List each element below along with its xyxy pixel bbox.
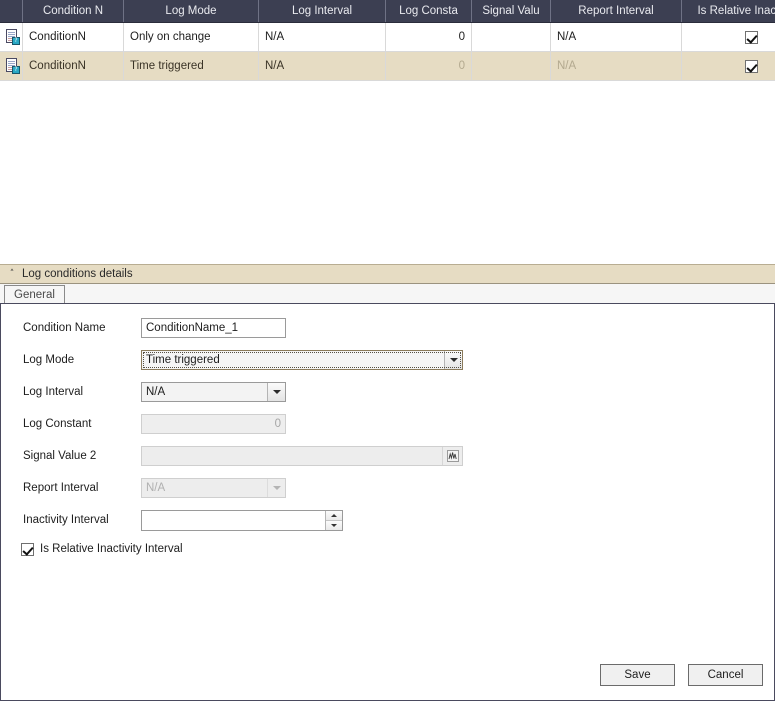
stepper-buttons[interactable] [325, 510, 342, 530]
table-row[interactable]: ? ConditionN Only on change N/A 0 N/A [0, 22, 775, 52]
cell-log-constant: 0 [385, 51, 472, 81]
cell-is-relative-inactivity[interactable] [681, 22, 775, 52]
field-row-condition-name: Condition Name ConditionName_1 [1, 312, 774, 344]
save-button[interactable]: Save [600, 664, 675, 686]
chevron-down-icon [267, 479, 285, 497]
cell-condition-name: ConditionN [22, 51, 124, 81]
log-interval-value: N/A [146, 386, 166, 398]
cell-condition-name: ConditionN [22, 22, 124, 52]
log-mode-value: Time triggered [146, 354, 220, 366]
label-log-mode: Log Mode [23, 354, 75, 366]
cancel-button[interactable]: Cancel [688, 664, 763, 686]
label-report-interval: Report Interval [23, 482, 99, 494]
row-selector-cell[interactable]: ? [0, 22, 23, 52]
details-tab-panel: Condition Name ConditionName_1 Log Mode … [0, 303, 775, 701]
column-header-icon[interactable] [0, 0, 23, 23]
label-log-constant: Log Constant [23, 418, 92, 430]
checkbox-checked-icon[interactable] [745, 30, 758, 44]
tab-general[interactable]: General [4, 285, 65, 304]
cell-is-relative-inactivity[interactable] [681, 51, 775, 81]
chevron-up-icon[interactable]: ˄ [6, 269, 18, 279]
cell-signal-value [471, 22, 551, 52]
cell-log-interval: N/A [258, 51, 386, 81]
label-is-relative-inactivity-interval: Is Relative Inactivity Interval [40, 543, 183, 555]
cell-log-mode: Time triggered [123, 51, 259, 81]
column-header-signal-value[interactable]: Signal Valu [471, 0, 551, 23]
cell-signal-value [471, 51, 551, 81]
row-selector-cell[interactable]: ? [0, 51, 23, 81]
details-panel-title: Log conditions details [22, 268, 133, 280]
log-interval-dropdown[interactable]: N/A [141, 382, 286, 402]
table-header: Condition N Log Mode Log Interval Log Co… [0, 0, 775, 23]
stepper-down-icon[interactable] [326, 520, 342, 530]
log-conditions-table: Condition N Log Mode Log Interval Log Co… [0, 0, 775, 81]
checkbox-checked-icon[interactable] [745, 59, 758, 73]
chevron-down-icon[interactable] [267, 383, 285, 401]
inactivity-interval-value [142, 511, 325, 530]
cell-log-mode: Only on change [123, 22, 259, 52]
field-row-is-relative-inactivity-interval[interactable]: Is Relative Inactivity Interval [1, 536, 774, 562]
signal-value-2-value [142, 447, 442, 465]
field-row-log-mode: Log Mode Time triggered [1, 344, 774, 376]
details-tabstrip: General [0, 284, 775, 304]
table-header-row: Condition N Log Mode Log Interval Log Co… [0, 0, 775, 23]
label-condition-name: Condition Name [23, 322, 106, 334]
field-row-log-constant: Log Constant 0 [1, 408, 774, 440]
cell-report-interval: N/A [550, 51, 682, 81]
document-question-icon: ? [6, 58, 20, 74]
column-header-log-constant[interactable]: Log Consta [385, 0, 472, 23]
report-interval-dropdown: N/A [141, 478, 286, 498]
label-signal-value-2: Signal Value 2 [23, 450, 97, 462]
column-header-log-mode[interactable]: Log Mode [123, 0, 259, 23]
field-row-report-interval: Report Interval N/A [1, 472, 774, 504]
is-relative-inactivity-checkbox[interactable] [21, 542, 34, 556]
field-row-inactivity-interval: Inactivity Interval [1, 504, 774, 536]
cell-log-interval: N/A [258, 22, 386, 52]
label-inactivity-interval: Inactivity Interval [23, 514, 109, 526]
field-row-signal-value-2: Signal Value 2 [1, 440, 774, 472]
chevron-down-icon[interactable] [444, 351, 462, 369]
log-conditions-details-panel: ˄ Log conditions details General Conditi… [0, 264, 775, 724]
column-header-log-interval[interactable]: Log Interval [258, 0, 386, 23]
table-row[interactable]: ? ConditionN Time triggered N/A 0 N/A [0, 51, 775, 81]
inactivity-interval-stepper[interactable] [141, 509, 343, 531]
details-panel-header[interactable]: ˄ Log conditions details [0, 264, 775, 284]
cell-report-interval: N/A [550, 22, 682, 52]
log-mode-dropdown[interactable]: Time triggered [141, 350, 463, 370]
label-log-interval: Log Interval [23, 386, 84, 398]
column-header-condition-name[interactable]: Condition N [22, 0, 124, 23]
field-row-log-interval: Log Interval N/A [1, 376, 774, 408]
cell-log-constant: 0 [385, 22, 472, 52]
log-constant-input: 0 [141, 414, 286, 434]
report-interval-value: N/A [146, 482, 166, 494]
column-header-is-relative-inactivity[interactable]: Is Relative Inactivity I [681, 0, 775, 23]
stepper-up-icon[interactable] [326, 510, 342, 521]
dialog-button-bar: Save Cancel [600, 664, 763, 686]
signal-waveform-icon[interactable] [442, 447, 462, 465]
log-conditions-grid[interactable]: Condition N Log Mode Log Interval Log Co… [0, 0, 775, 260]
details-form: Condition Name ConditionName_1 Log Mode … [1, 312, 774, 562]
table-body: ? ConditionN Only on change N/A 0 N/A ? [0, 22, 775, 81]
column-header-report-interval[interactable]: Report Interval [550, 0, 682, 23]
document-question-icon: ? [6, 29, 20, 45]
signal-value-2-input [141, 446, 463, 466]
condition-name-input[interactable]: ConditionName_1 [141, 318, 286, 338]
